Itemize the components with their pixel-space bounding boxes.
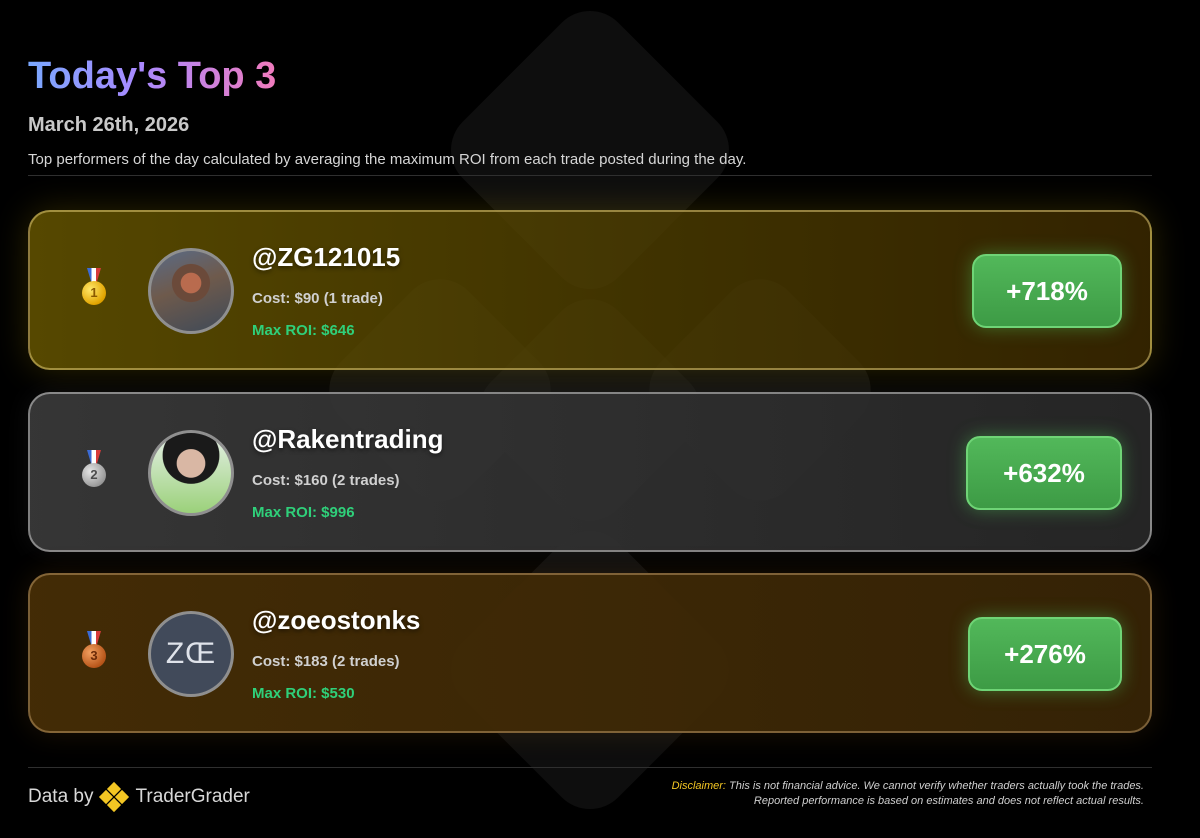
avatar[interactable] xyxy=(148,430,234,516)
data-by-label: Data by xyxy=(28,786,94,807)
data-attribution: Data by TraderGrader xyxy=(28,781,250,813)
roi-percent-badge: +632% xyxy=(966,436,1122,510)
trader-card-rank-1[interactable]: 1 @ZG121015 Cost: $90 (1 trade) Max ROI:… xyxy=(28,210,1152,370)
trader-name[interactable]: @ZG121015 xyxy=(252,242,400,273)
trader-card-rank-3[interactable]: 3 ZŒ @zoeostonks Cost: $183 (2 trades) M… xyxy=(28,573,1152,733)
trader-max-roi: Max ROI: $530 xyxy=(252,685,355,702)
trader-name[interactable]: @zoeostonks xyxy=(252,605,420,636)
header-divider xyxy=(28,175,1152,176)
page-header: Today's Top 3 March 26th, 2026 Top perfo… xyxy=(28,54,1152,168)
medal-rank-number: 2 xyxy=(82,463,106,487)
brand-name[interactable]: TraderGrader xyxy=(135,786,249,808)
gold-medal-icon: 1 xyxy=(80,268,108,312)
disclaimer: Disclaimer: This is not financial advice… xyxy=(624,779,1144,809)
roi-percent-badge: +718% xyxy=(972,254,1122,328)
trader-cost: Cost: $183 (2 trades) xyxy=(252,653,400,670)
medal-rank-number: 3 xyxy=(82,644,106,668)
avatar-logo-text: ZŒ xyxy=(165,637,217,670)
trader-cost: Cost: $90 (1 trade) xyxy=(252,290,383,307)
avatar[interactable]: ZŒ xyxy=(148,611,234,697)
roi-percent-badge: +276% xyxy=(968,617,1122,691)
page-description: Top performers of the day calculated by … xyxy=(28,151,747,168)
trader-max-roi: Max ROI: $646 xyxy=(252,322,355,339)
trader-name[interactable]: @Rakentrading xyxy=(252,424,444,455)
page-title: Today's Top 3 xyxy=(28,55,277,97)
trader-cost: Cost: $160 (2 trades) xyxy=(252,472,400,489)
trader-max-roi: Max ROI: $996 xyxy=(252,504,355,521)
disclaimer-text: This is not financial advice. We cannot … xyxy=(729,780,1144,807)
trader-card-rank-2[interactable]: 2 @Rakentrading Cost: $160 (2 trades) Ma… xyxy=(28,392,1152,552)
footer-divider xyxy=(28,767,1152,768)
page-date: March 26th, 2026 xyxy=(28,114,190,136)
bronze-medal-icon: 3 xyxy=(80,631,108,675)
medal-rank-number: 1 xyxy=(82,281,106,305)
silver-medal-icon: 2 xyxy=(80,450,108,494)
disclaimer-label: Disclaimer: xyxy=(671,780,726,792)
avatar[interactable] xyxy=(148,248,234,334)
tradergrader-logo-icon xyxy=(99,781,130,813)
